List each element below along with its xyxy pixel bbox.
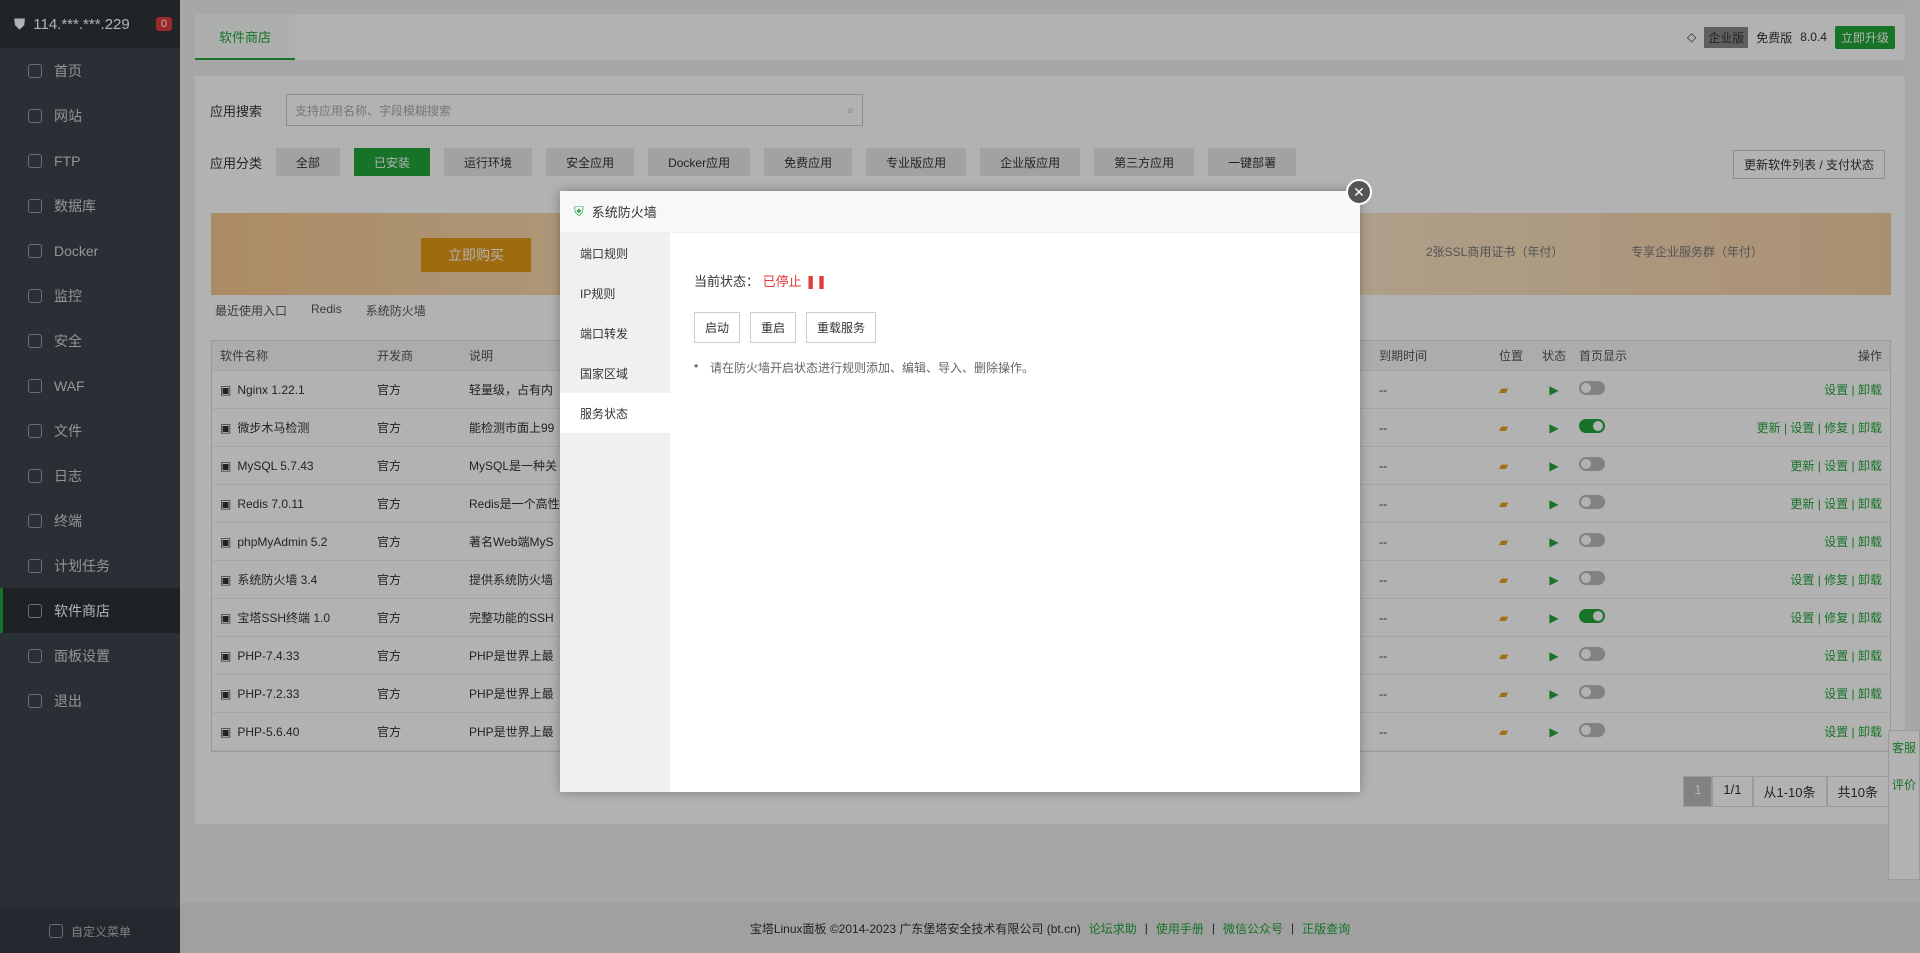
- modal-tab-0[interactable]: 端口规则: [560, 233, 670, 273]
- close-icon[interactable]: ✕: [1346, 179, 1372, 205]
- modal-tabs: 端口规则 IP规则 端口转发 国家区域 服务状态: [560, 233, 670, 792]
- modal-title: 系统防火墙: [591, 205, 657, 220]
- modal-tab-2[interactable]: 端口转发: [560, 313, 670, 353]
- modal-header: ⛨ 系统防火墙: [560, 191, 1360, 233]
- modal-tab-1[interactable]: IP规则: [560, 273, 670, 313]
- reload-button[interactable]: 重载服务: [806, 312, 877, 343]
- firewall-shield-icon: ⛨: [574, 203, 584, 219]
- pause-icon: ❚❚: [805, 274, 828, 289]
- status-line: 当前状态： 已停止 ❚❚: [694, 271, 1340, 290]
- modal-tip: 请在防火墙开启状态进行规则添加、编辑、导入、删除操作。: [694, 359, 1340, 376]
- start-button[interactable]: 启动: [694, 312, 741, 343]
- modal-tab-3[interactable]: 国家区域: [560, 353, 670, 393]
- status-label: 当前状态：: [694, 274, 760, 289]
- firewall-modal: ⛨ 系统防火墙 ✕ 端口规则 IP规则 端口转发 国家区域 服务状态 当前状态： 已停止…: [560, 179, 1372, 792]
- modal-tab-4[interactable]: 服务状态: [560, 393, 670, 433]
- restart-button[interactable]: 重启: [750, 312, 797, 343]
- status-value: 已停止: [762, 274, 802, 289]
- modal-body: 当前状态： 已停止 ❚❚ 启动 重启 重载服务 请在防火墙开启状态进行规则添加、…: [694, 233, 1340, 376]
